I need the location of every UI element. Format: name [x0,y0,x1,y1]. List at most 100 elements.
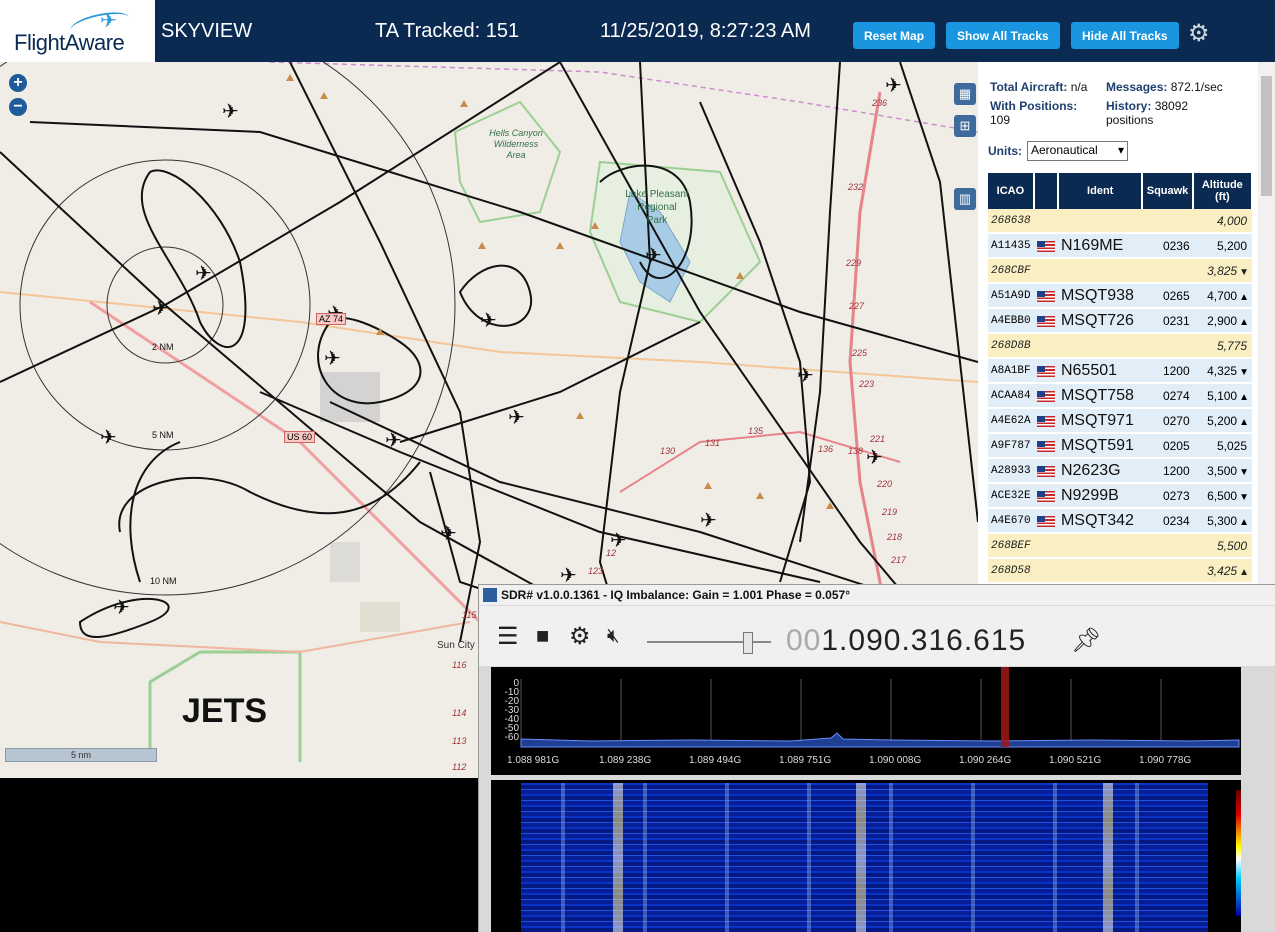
flag-cell [1033,258,1058,284]
altitude-value: 4,000 [1216,213,1247,228]
road-number: 217 [891,555,907,565]
pin-icon[interactable]: 📌︎ [1071,626,1101,655]
flag-cell [1033,283,1058,309]
panel-scrollbar[interactable] [1258,62,1275,584]
road-number: 12 [606,548,617,558]
zoom-out-button[interactable]: − [9,98,27,116]
column-header-flag[interactable] [1033,173,1059,209]
freq-tick: 1.088 981G [507,755,560,766]
table-row[interactable]: 268BEF 5,500 [988,533,1252,559]
icao-cell: ACAA84 [988,383,1034,409]
altitude-cell: 3,500 ▼ [1192,458,1252,484]
aircraft-table-body: 268638 4,000 A11435 N169ME 0236 5,200 268CBF 3,… [988,209,1252,584]
sdr-title-bar[interactable]: SDR# v1.0.0.1361 - IQ Imbalance: Gain = … [479,585,1275,605]
units-control: Units: [988,144,1022,158]
altitude-value: 4,700 [1207,288,1238,303]
freq-tick: 1.090 008G [869,755,922,766]
tuning-marker[interactable] [1001,667,1009,747]
altitude-value: 5,100 [1207,388,1238,403]
table-row[interactable]: A9F787 MSQT591 0205 5,025 [988,433,1252,459]
squawk-cell: 0236 [1142,233,1193,259]
history-label: History: [1106,99,1152,113]
ident-cell: N9299B [1057,483,1143,509]
reset-map-button[interactable]: Reset Map [853,22,936,49]
column-header-icao[interactable]: ICAO [988,173,1035,209]
table-row[interactable]: A28933 N2623G 1200 3,500 ▼ [988,458,1252,484]
zoom-in-button[interactable]: + [9,74,27,92]
table-row[interactable]: 268CBF 3,825 ▼ [988,258,1252,284]
freq-tick: 1.090 264G [959,755,1012,766]
altitude-cell: 3,825 ▼ [1192,258,1252,284]
table-row[interactable]: 268D58 3,425 ▲ [988,558,1252,584]
svg-text:✈: ✈ [885,73,902,97]
volume-slider-thumb[interactable] [743,632,753,654]
svg-text:✈: ✈ [700,508,717,532]
table-row[interactable]: A11435 N169ME 0236 5,200 [988,233,1252,259]
mute-icon[interactable]: 🔇︎ [607,625,620,648]
ident-cell: N2623G [1057,458,1143,484]
freq-tick: 1.089 751G [779,755,832,766]
table-row[interactable]: ACE32E N9299B 0273 6,500 ▼ [988,483,1252,509]
flightaware-logo[interactable]: ✈ FlightAware [0,0,155,62]
ident-cell [1057,533,1143,559]
us-flag-icon [1036,365,1055,377]
messages-label: Messages: [1106,80,1168,94]
altitude-cell: 5,025 [1192,433,1252,459]
table-row[interactable]: A51A9D MSQT938 0265 4,700 ▲ [988,283,1252,309]
waterfall-signal-band [613,783,623,932]
altitude-cell: 4,700 ▲ [1192,283,1252,309]
show-all-tracks-button[interactable]: Show All Tracks [946,22,1060,49]
frequency-display[interactable]: 001.090.316.615 [786,624,1026,658]
ident-cell [1057,333,1143,359]
svg-text:✈: ✈ [113,595,130,619]
with-positions-label: With Positions: [990,99,1078,113]
altitude-cell: 3,425 ▲ [1192,558,1252,584]
table-row[interactable]: 268D8B 5,775 [988,333,1252,359]
spectrum-analyzer[interactable]: 0 -10 -20 -30 -40 -50 -60 1.088 981G 1.0… [491,667,1241,775]
grid-icon[interactable]: ⊞ [954,115,976,137]
sdr-toolbar: ☰ ■ ⚙ 🔇︎ 001.090.316.615 📌︎ [479,606,1275,666]
road-number: 114 [452,708,467,718]
column-header-altitude[interactable]: Altitude (ft) [1192,173,1254,209]
map-layers-icon[interactable]: ▦ [954,83,976,105]
altitude-value: 5,200 [1216,238,1247,253]
hide-all-tracks-button[interactable]: Hide All Tracks [1071,22,1179,49]
scrollbar-thumb[interactable] [1261,76,1272,196]
ring-label-5nm: 5 NM [152,430,174,440]
column-header-ident[interactable]: Ident [1057,173,1144,209]
flag-cell [1033,458,1058,484]
altitude-value: 6,500 [1207,488,1238,503]
us-flag-icon [1036,465,1055,477]
chevron-down-icon: ▾ [1117,143,1124,157]
flag-cell [1033,308,1058,334]
svg-text:✈: ✈ [222,99,239,123]
gear-icon[interactable]: ⚙ [1188,19,1210,48]
column-header-squawk[interactable]: Squawk [1142,173,1194,209]
icao-cell: A9F787 [988,433,1034,459]
altitude-trend-icon: ▼ [1239,491,1249,503]
road-number: 225 [852,348,868,358]
squawk-cell: 0205 [1142,433,1193,459]
stop-icon[interactable]: ■ [536,623,549,649]
icao-cell: A51A9D [988,283,1034,309]
units-select[interactable]: Aeronautical ▾ [1027,141,1128,161]
altitude-cell: 5,300 ▲ [1192,508,1252,534]
flag-cell [1033,508,1058,534]
table-row[interactable]: A4E670 MSQT342 0234 5,300 ▲ [988,508,1252,534]
units-select-value: Aeronautical [1031,143,1098,157]
table-row[interactable]: 268638 4,000 [988,209,1252,234]
freq-tick: 1.090 521G [1049,755,1102,766]
tracked-count: TA Tracked: 151 [375,20,520,42]
with-positions-stat: With Positions: 109 [990,99,1102,127]
table-row[interactable]: A4E62A MSQT971 0270 5,200 ▲ [988,408,1252,434]
menu-icon[interactable]: ☰ [497,622,519,651]
gear-icon[interactable]: ⚙ [569,622,591,651]
table-row[interactable]: A4EBB0 MSQT726 0231 2,900 ▲ [988,308,1252,334]
icao-cell: 268D58 [988,558,1034,584]
table-row[interactable]: ACAA84 MSQT758 0274 5,100 ▲ [988,383,1252,409]
columns-icon[interactable]: ▥ [954,188,976,210]
road-shield-az74: AZ 74 [316,313,347,325]
waterfall-display[interactable] [491,780,1241,932]
us-flag-icon [1036,415,1055,427]
table-row[interactable]: A8A1BF N65501 1200 4,325 ▼ [988,358,1252,384]
